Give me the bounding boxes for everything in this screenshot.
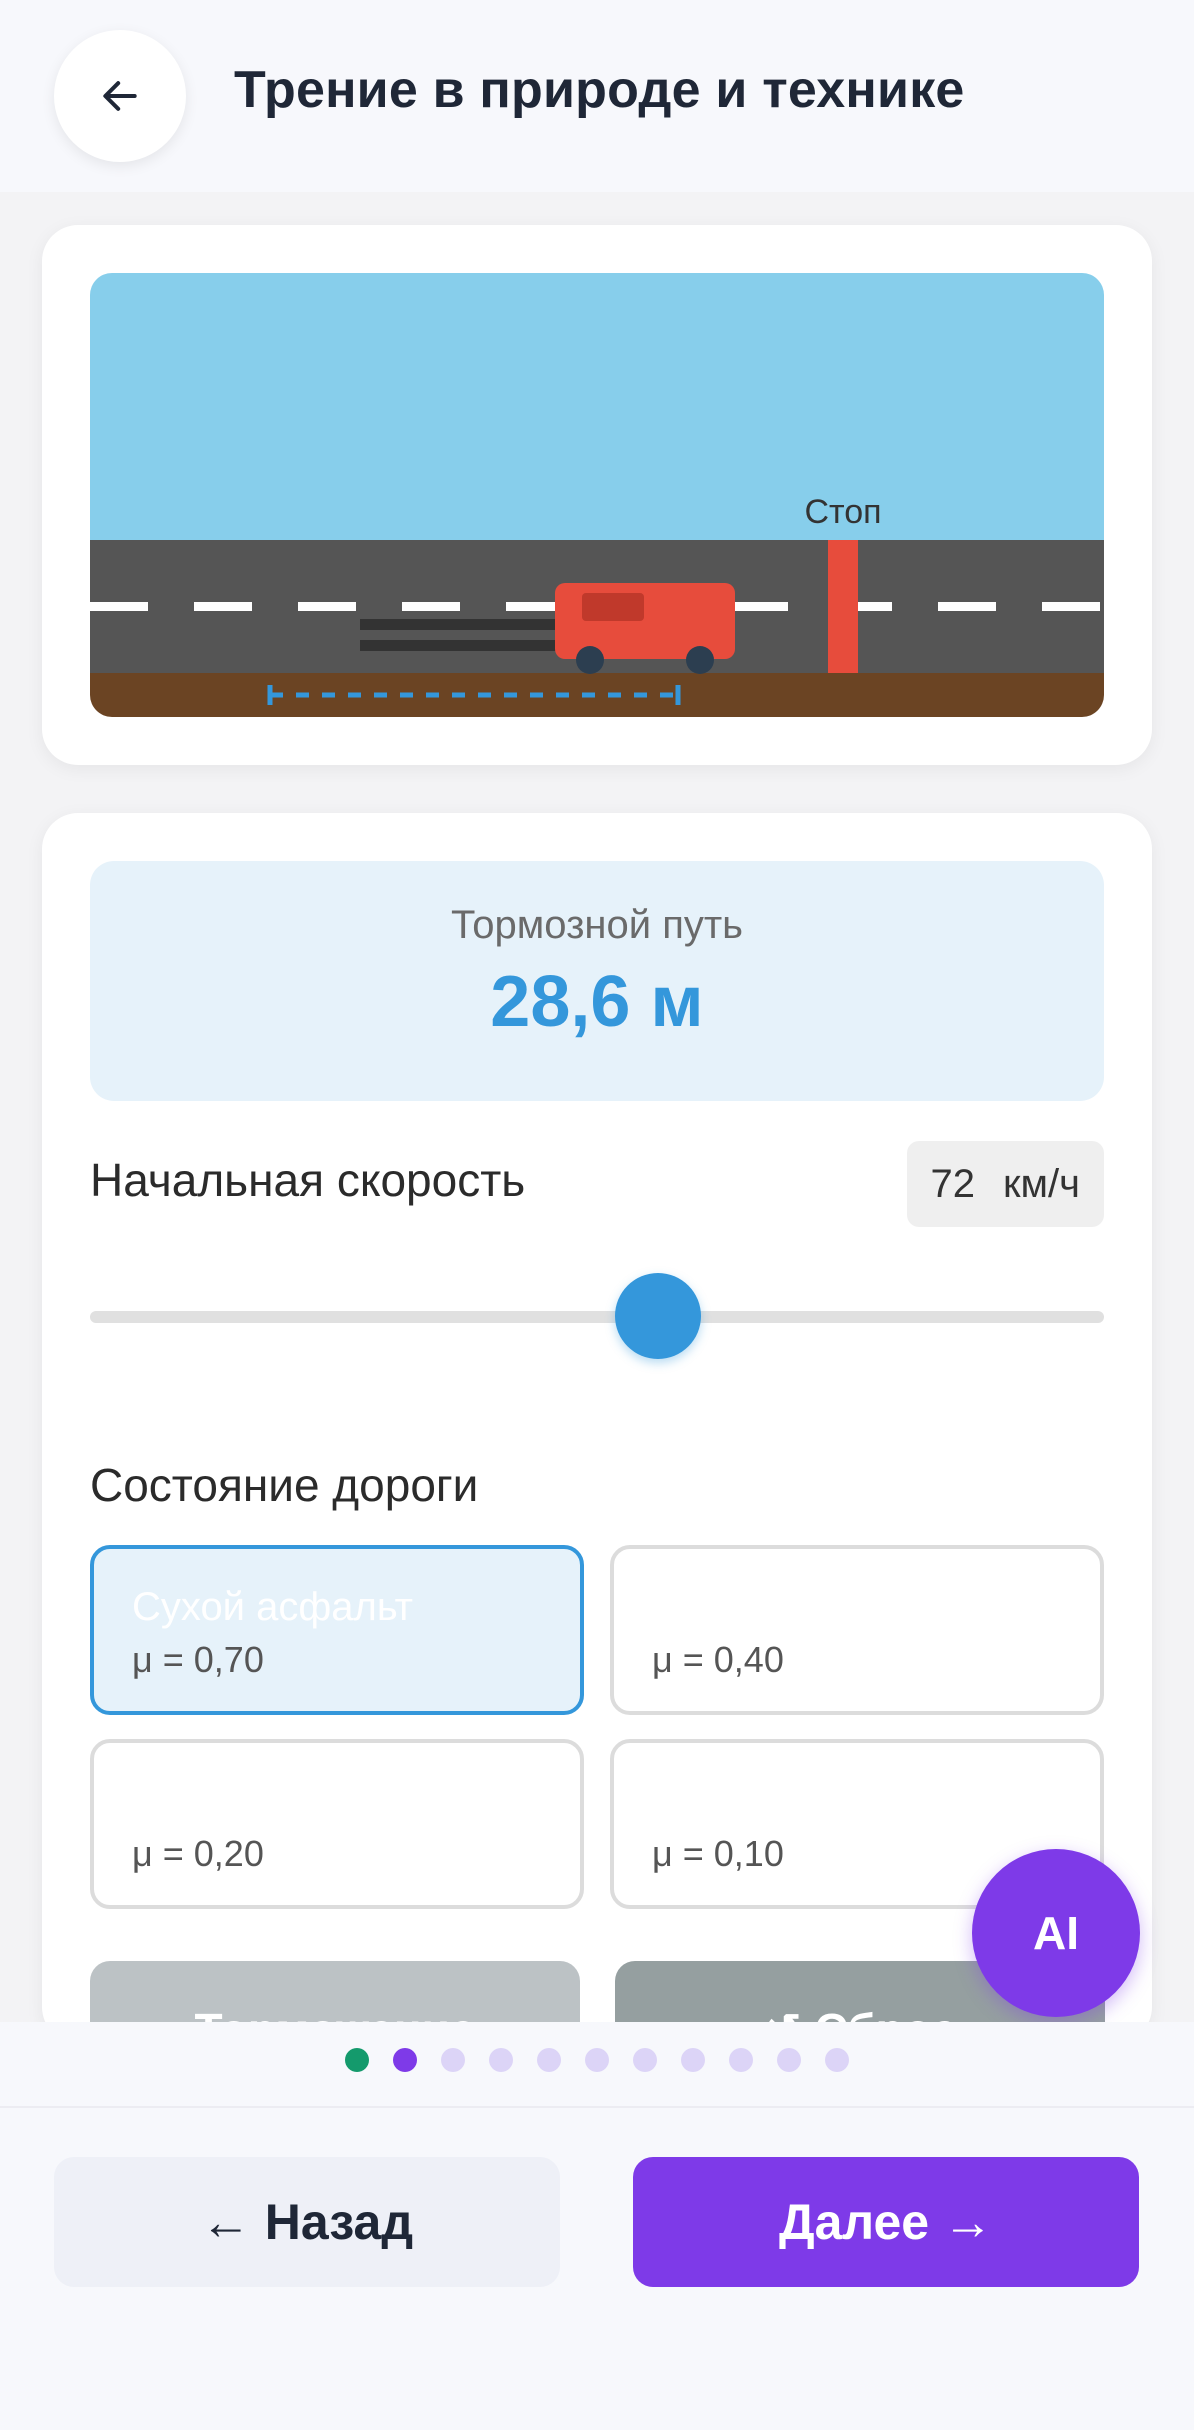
- stopping-distance-value: 28,6 м: [490, 962, 704, 1042]
- header: Трение в природе и технике: [0, 0, 1194, 192]
- road-option-mu: μ = 0,40: [652, 1639, 784, 1680]
- stopping-distance-panel: Тормозной путь 28,6 м: [90, 861, 1104, 1101]
- ai-assistant-button[interactable]: AI: [972, 1849, 1140, 2017]
- next-button[interactable]: Далее →: [633, 2157, 1139, 2287]
- car-wheel: [686, 646, 714, 674]
- progress-dot: [345, 2048, 369, 2072]
- speed-value: 72: [930, 1161, 976, 1206]
- progress-dot: [825, 2048, 849, 2072]
- progress-dot: [777, 2048, 801, 2072]
- progress-dot: [729, 2048, 753, 2072]
- road-option-mu: μ = 0,70: [132, 1639, 264, 1680]
- progress-dot: [633, 2048, 657, 2072]
- road-option-2[interactable]: μ = 0,40: [610, 1545, 1104, 1715]
- progress-dots: [0, 2048, 1194, 2076]
- progress-dot: [393, 2048, 417, 2072]
- road-option-mu: μ = 0,20: [132, 1833, 264, 1874]
- controls-card: Тормозной путь 28,6 м Начальная скорость…: [42, 813, 1152, 2043]
- road-option-mu: μ = 0,10: [652, 1833, 784, 1874]
- stop-post: [828, 540, 858, 673]
- progress-dot: [489, 2048, 513, 2072]
- progress-dot: [441, 2048, 465, 2072]
- speed-slider-track[interactable]: [90, 1311, 1104, 1323]
- speed-unit: км/ч: [1003, 1161, 1080, 1206]
- road-condition-label: Состояние дороги: [90, 1459, 479, 1511]
- divider: [0, 2106, 1194, 2108]
- back-button[interactable]: [54, 30, 186, 162]
- braking-scene: Стоп: [90, 273, 1104, 717]
- stop-sign-label: Стоп: [804, 493, 881, 531]
- progress-dot: [585, 2048, 609, 2072]
- speed-slider-thumb[interactable]: [614, 1273, 701, 1359]
- ground: [90, 673, 1104, 717]
- sky: [90, 273, 1104, 540]
- car-wheel: [576, 646, 604, 674]
- progress-dot: [681, 2048, 705, 2072]
- page-title: Трение в природе и технике: [234, 61, 965, 119]
- arrow-left-icon: [103, 81, 137, 111]
- bottom-navigation: ← Назад Далее →: [0, 2022, 1194, 2430]
- road-option-3[interactable]: μ = 0,20: [90, 1739, 584, 1909]
- speed-readout: 72 км/ч: [906, 1141, 1104, 1227]
- stopping-distance-label: Тормозной путь: [450, 903, 744, 947]
- speed-label: Начальная скорость: [90, 1154, 526, 1206]
- road-option-name: Сухой асфальт: [132, 1585, 413, 1629]
- braking-scene-card: Стоп: [42, 225, 1152, 765]
- previous-button[interactable]: ← Назад: [54, 2157, 560, 2287]
- progress-dot: [537, 2048, 561, 2072]
- road-option-dry-asphalt[interactable]: Сухой асфальт μ = 0,70: [90, 1545, 584, 1715]
